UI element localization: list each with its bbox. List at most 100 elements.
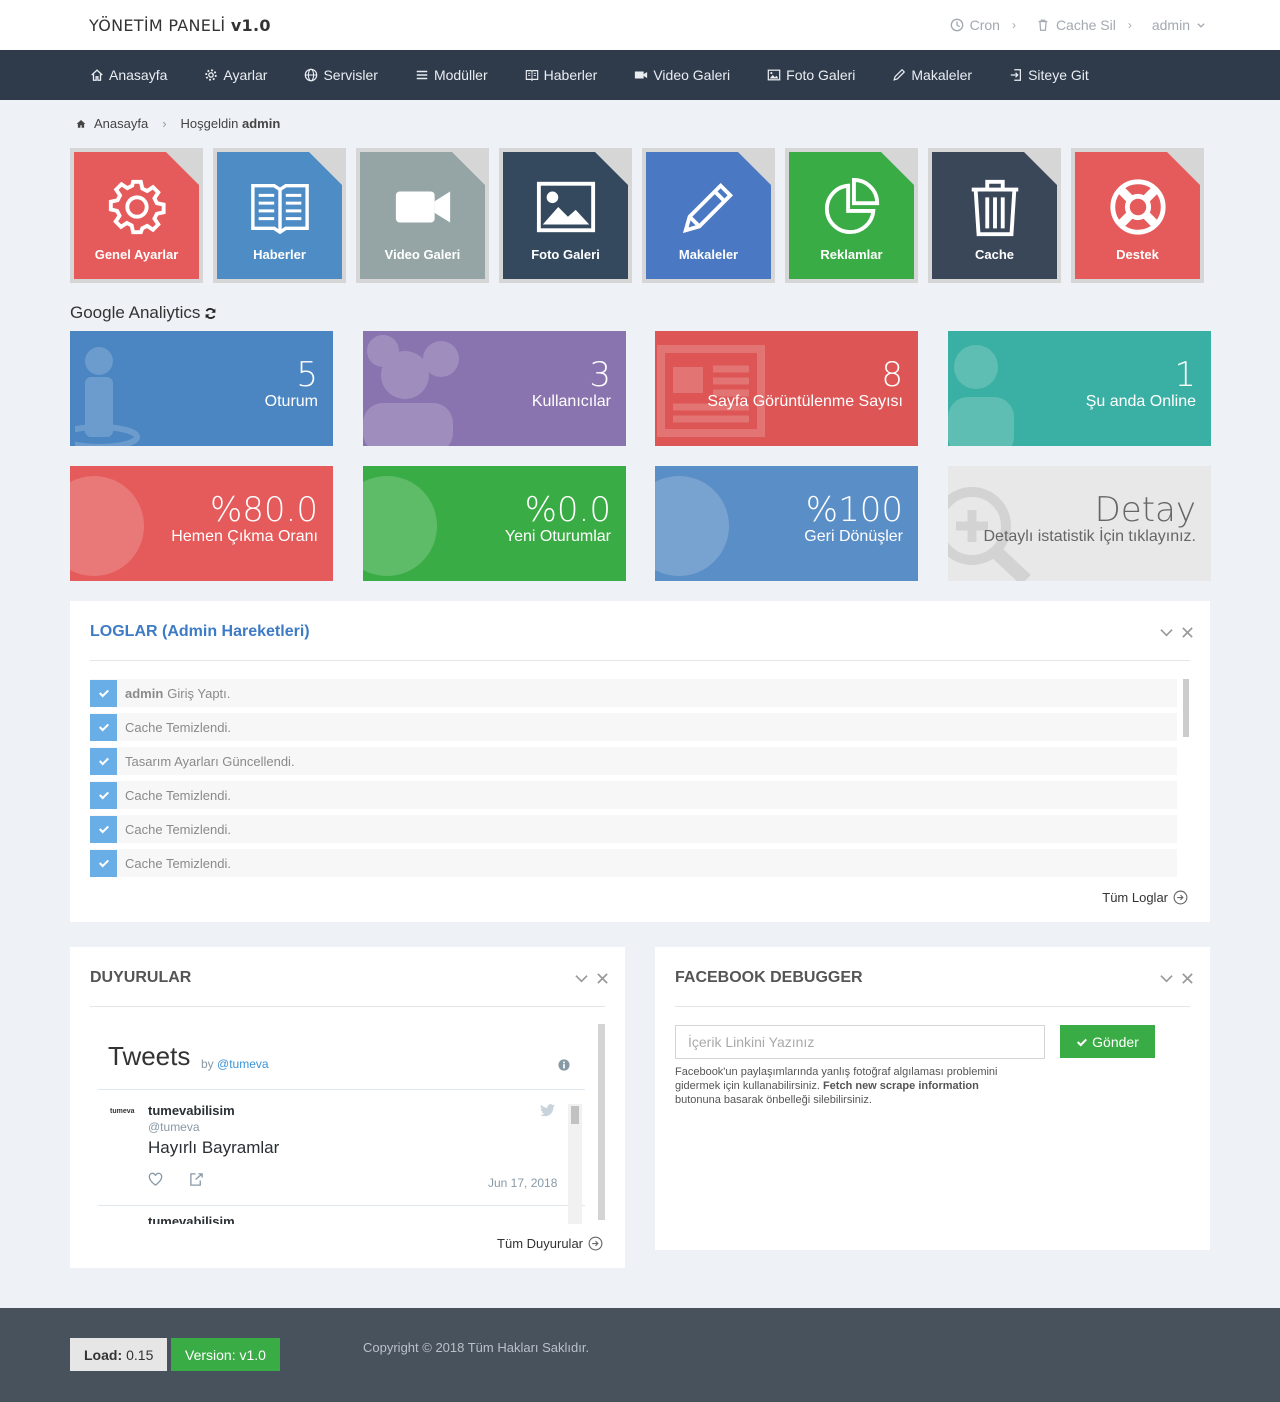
nav-item-servisler[interactable]: Servisler <box>304 67 378 83</box>
help-text-2: butonuna basarak önbelleği silebilirsini… <box>675 1094 872 1106</box>
tweet-author-name[interactable]: tumevabilisim <box>148 1103 235 1118</box>
nav-label: Modüller <box>433 67 488 83</box>
globe-icon <box>655 476 729 576</box>
nav-item-siteye-git[interactable]: Siteye Git <box>1009 67 1089 83</box>
load-badge: Load: 0.15 <box>70 1338 168 1371</box>
all-announcements-link[interactable]: Tüm Duyurular <box>497 1236 603 1251</box>
stat-label: Oturum <box>264 393 318 410</box>
tile-reklamlar[interactable]: Reklamlar <box>785 148 918 283</box>
log-text: Tasarım Ayarları Güncellendi. <box>125 753 295 769</box>
log-text: Cache Temizlendi. <box>125 855 231 871</box>
stat-oturum[interactable]: 5 Oturum <box>70 331 333 446</box>
tweets-by-label: by <box>201 1057 214 1071</box>
stat-hemen-cikma[interactable]: %80.0 Hemen Çıkma Oranı <box>70 466 333 581</box>
pie-chart-icon <box>824 177 879 235</box>
analytics-title-text: Google Analiytics <box>70 303 201 322</box>
nav-item-anasayfa[interactable]: Anasayfa <box>90 67 167 83</box>
panel-divider <box>90 660 1190 661</box>
tile-body: Video Galeri <box>360 152 485 279</box>
tile-destek[interactable]: Destek <box>1071 148 1204 283</box>
stat-yeni-oturumlar[interactable]: %0.0 Yeni Oturumlar <box>363 466 626 581</box>
tile-haberler[interactable]: Haberler <box>213 148 346 283</box>
tile-makaleler[interactable]: Makaleler <box>642 148 775 283</box>
close-icon[interactable] <box>596 972 609 985</box>
tweets-handle[interactable]: @tumeva <box>217 1057 269 1071</box>
tweet-date[interactable]: Jun 17, 2018 <box>488 1176 557 1190</box>
heart-icon[interactable] <box>148 1172 163 1187</box>
tweets-timeline[interactable]: Tweets by @tumeva tumeva tumevabilisim @… <box>98 1024 605 1224</box>
nav-label: Servisler <box>323 67 378 83</box>
stat-detay[interactable]: Detay Detaylı istatistik İçin tıklayınız… <box>948 466 1211 581</box>
logs-scrollbar[interactable] <box>1183 679 1189 737</box>
load-value: 0.15 <box>126 1346 154 1363</box>
nav-item-foto-galeri[interactable]: Foto Galeri <box>767 67 855 83</box>
nav-label: Foto Galeri <box>786 67 856 83</box>
tile-label: Reklamlar <box>820 247 883 262</box>
log-row: Cache Temizlendi. <box>90 815 1177 843</box>
nav-label: Haberler <box>543 67 598 83</box>
log-row: Cache Temizlendi. <box>90 849 1177 877</box>
stat-geri-donusler[interactable]: %100 Geri Dönüşler <box>655 466 918 581</box>
outer-scrollbar[interactable] <box>598 1024 605 1220</box>
nav-item-ayarlar[interactable]: Ayarlar <box>204 67 267 83</box>
log-row: Cache Temizlendi. <box>90 781 1177 809</box>
tile-body: Haberler <box>217 152 342 279</box>
book-icon <box>525 70 538 82</box>
stat-online[interactable]: 1 Şu anda Online <box>948 331 1211 446</box>
chevron-down-icon[interactable] <box>1160 972 1173 985</box>
image-icon <box>767 69 781 81</box>
tweet-item[interactable]: tumeva tumevabilisim @tumeva Hayırlı Bay… <box>98 1090 585 1206</box>
tile-genel-ayarlar[interactable]: Genel Ayarlar <box>70 148 203 283</box>
refresh-icon[interactable] <box>204 307 217 320</box>
info-icon[interactable] <box>558 1059 570 1071</box>
stat-sayfa-goruntulenme[interactable]: 8 Sayfa Görüntülenme Sayısı <box>655 331 918 446</box>
log-text: Cache Temizlendi. <box>125 821 231 837</box>
check-icon <box>90 679 117 707</box>
tweets-scrollbar-thumb[interactable] <box>571 1106 579 1124</box>
tweets-title: Tweets <box>108 1041 191 1071</box>
globe-icon <box>305 68 318 82</box>
close-icon[interactable] <box>1181 626 1194 639</box>
brand-version: v1.0 <box>230 16 271 35</box>
tile-foto-galeri[interactable]: Foto Galeri <box>499 148 632 283</box>
tweets-scrollbar-track[interactable] <box>568 1104 582 1224</box>
chevron-down-icon[interactable] <box>575 972 588 985</box>
share-icon[interactable] <box>189 1172 204 1187</box>
nav-item-haberler[interactable]: Haberler <box>525 67 598 83</box>
stat-label: Şu anda Online <box>1085 393 1196 410</box>
clock-icon <box>950 18 963 32</box>
chevron-down-icon[interactable] <box>1160 626 1173 639</box>
check-icon <box>90 849 117 877</box>
tile-cache[interactable]: Cache <box>928 148 1061 283</box>
all-logs-link[interactable]: Tüm Loglar <box>1102 890 1188 905</box>
cron-link[interactable]: Cron › <box>950 17 1016 33</box>
send-button[interactable]: Gönder <box>1060 1025 1155 1058</box>
globe-icon <box>70 476 144 576</box>
copyright: Copyright © 2018 Tüm Hakları Saklıdır. <box>363 1340 590 1355</box>
home-icon <box>76 119 86 128</box>
nav-item-video-galeri[interactable]: Video Galeri <box>634 67 730 83</box>
tweet-item-partial[interactable]: tumevabilisim <box>148 1214 268 1224</box>
panel-tools <box>1160 972 1194 985</box>
tile-body: Destek <box>1075 152 1200 279</box>
nav-label: Makaleler <box>911 67 973 83</box>
tile-video-galeri[interactable]: Video Galeri <box>356 148 489 283</box>
brand-title[interactable]: YÖNETİM PANELİ v1.0 <box>89 16 271 35</box>
tweet-author-handle[interactable]: @tumeva <box>148 1120 200 1134</box>
tile-label: Makaleler <box>678 247 739 262</box>
nav-item-makaleler[interactable]: Makaleler <box>892 67 972 83</box>
globe-icon <box>363 476 437 576</box>
log-text: Cache Temizlendi. <box>125 719 231 735</box>
image-icon <box>536 181 595 233</box>
user-menu[interactable]: admin <box>1152 17 1206 33</box>
version-badge: Version: v1.0 <box>171 1338 280 1371</box>
close-icon[interactable] <box>1181 972 1194 985</box>
cache-clear-link[interactable]: Cache Sil › <box>1036 17 1132 33</box>
stat-kullanicilar[interactable]: 3 Kullanıcılar <box>363 331 626 446</box>
pencil-icon <box>682 182 733 234</box>
link-input[interactable] <box>675 1025 1045 1059</box>
nav-item-moduller[interactable]: Modüller <box>415 67 488 83</box>
announcements-panel: DUYURULAR Tweets by @tumeva tumeva tumev… <box>70 947 625 1268</box>
breadcrumb-home[interactable]: Anasayfa <box>94 116 148 131</box>
stat-value: 1 <box>1174 355 1196 395</box>
